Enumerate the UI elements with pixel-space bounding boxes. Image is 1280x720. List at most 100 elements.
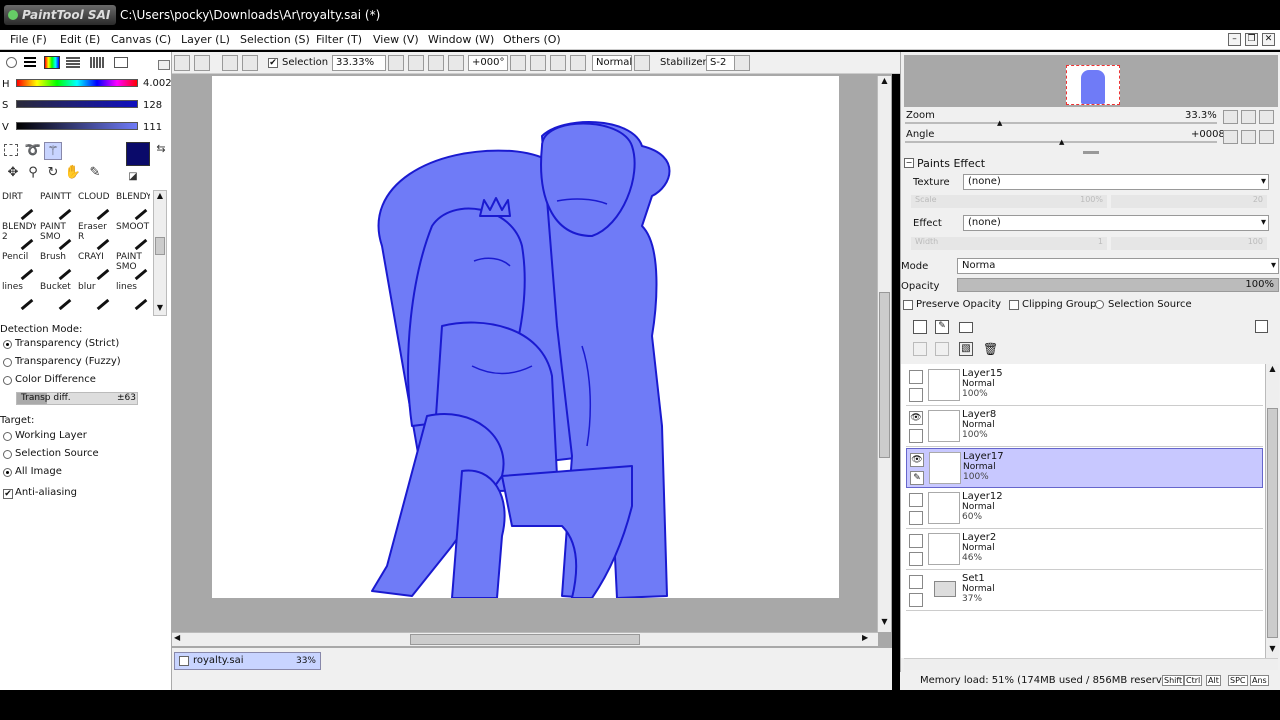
scratchpad-icon[interactable]: [90, 57, 104, 68]
zoom-icon[interactable]: ⚲: [24, 164, 42, 182]
menu-others[interactable]: Others (O): [503, 33, 561, 46]
radio-selection-source[interactable]: [3, 450, 12, 459]
nav-rotate-reset-icon[interactable]: [1259, 130, 1274, 144]
brush-slot[interactable]: BLENDY: [116, 192, 150, 220]
eye-icon[interactable]: 👁: [909, 411, 923, 425]
layer-lock-icon[interactable]: [909, 388, 923, 402]
zoom-out-icon[interactable]: [408, 55, 424, 71]
brush-slot[interactable]: Bucket: [40, 282, 74, 310]
minimize-icon[interactable]: –: [1228, 33, 1241, 46]
view-mode-field[interactable]: Normal: [592, 55, 632, 71]
transfer-down-icon[interactable]: [913, 342, 927, 356]
canvas-paper[interactable]: [212, 76, 839, 598]
stabilizer-dropdown-icon[interactable]: [734, 55, 750, 71]
panel-splitter[interactable]: [1083, 151, 1099, 154]
new-layer-icon[interactable]: [913, 320, 927, 334]
magic-wand-icon[interactable]: ⚚: [44, 142, 62, 160]
close-icon[interactable]: ✕: [1262, 33, 1275, 46]
color-wheel-icon[interactable]: [6, 57, 17, 68]
layer-lock-icon[interactable]: [909, 593, 923, 607]
brush-slot[interactable]: Brush: [40, 252, 74, 280]
redo-icon[interactable]: [194, 55, 210, 71]
navigator-viewport[interactable]: [1066, 65, 1120, 105]
undo-icon[interactable]: [174, 55, 190, 71]
layer-lock-icon[interactable]: ✎: [910, 471, 924, 485]
transparent-color-icon[interactable]: ◪: [124, 168, 142, 186]
stabilizer-field[interactable]: S-2: [706, 55, 736, 71]
rotate-reset-icon[interactable]: [570, 55, 586, 71]
layer-row[interactable]: Layer2 Normal 46%: [906, 530, 1263, 570]
menu-file[interactable]: File (F): [10, 33, 47, 46]
scale-slider[interactable]: Scale 100%: [911, 195, 1107, 208]
texture-dropdown[interactable]: (none): [963, 174, 1269, 190]
nav-rotate-right-icon[interactable]: [1241, 130, 1256, 144]
invert-selection-icon[interactable]: [242, 55, 258, 71]
eyedropper-icon[interactable]: ✎: [86, 164, 104, 182]
paint-effect-collapse-icon[interactable]: −: [904, 158, 914, 168]
menu-window[interactable]: Window (W): [428, 33, 494, 46]
new-folder-icon[interactable]: [959, 322, 973, 333]
brush-slot[interactable]: DIRT: [2, 192, 36, 220]
primary-color-swatch[interactable]: [126, 142, 150, 166]
brush-slot[interactable]: Eraser R: [78, 222, 112, 250]
brush-slot[interactable]: blur: [78, 282, 112, 310]
preserve-opacity-checkbox[interactable]: [903, 300, 913, 310]
maximize-icon[interactable]: ❐: [1245, 33, 1258, 46]
swap-colors-icon[interactable]: ⇆: [152, 140, 170, 158]
delete-layer-icon[interactable]: 🗑: [983, 342, 998, 356]
eye-icon[interactable]: [909, 493, 923, 507]
transp-diff-slider[interactable]: Transp diff. ±63: [16, 392, 138, 405]
rotate-icon[interactable]: ↻: [44, 164, 62, 182]
menu-layer[interactable]: Layer (L): [181, 33, 230, 46]
menu-view[interactable]: View (V): [373, 33, 419, 46]
radio-transparency-fuzzy[interactable]: [3, 358, 12, 367]
rotate-left-icon[interactable]: [530, 55, 546, 71]
hand-icon[interactable]: ✋: [64, 164, 82, 182]
eye-icon[interactable]: [909, 575, 923, 589]
radio-transparency-strict[interactable]: [3, 340, 12, 349]
value-slider[interactable]: [16, 122, 138, 130]
clipping-group-checkbox[interactable]: [1009, 300, 1019, 310]
effect-dropdown[interactable]: (none): [963, 215, 1269, 231]
document-tab[interactable]: royalty.sai 33%: [174, 652, 321, 670]
radio-all-image[interactable]: [3, 468, 12, 477]
layer-lock-icon[interactable]: [909, 511, 923, 525]
lasso-icon[interactable]: ➰: [24, 142, 42, 160]
eye-icon[interactable]: 👁: [910, 453, 924, 467]
zoom-reset-icon[interactable]: [448, 55, 464, 71]
angle-dropdown-icon[interactable]: [510, 55, 526, 71]
rotate-right-icon[interactable]: [550, 55, 566, 71]
radio-working-layer[interactable]: [3, 432, 12, 441]
scale-strength-slider[interactable]: 20: [1111, 195, 1267, 208]
nav-zoom-in-icon[interactable]: [1241, 110, 1256, 124]
color-palette-icon[interactable]: [114, 57, 128, 68]
width-strength-slider[interactable]: 100: [1111, 237, 1267, 250]
menu-filter[interactable]: Filter (T): [316, 33, 362, 46]
width-slider[interactable]: Width 1: [911, 237, 1107, 250]
antialias-checkbox[interactable]: ✔: [3, 489, 13, 499]
swatches-icon[interactable]: [66, 57, 80, 68]
brush-slot[interactable]: Pencil: [2, 252, 36, 280]
brush-slot[interactable]: CLOUD: [78, 192, 112, 220]
eye-icon[interactable]: [909, 534, 923, 548]
nav-zoom-reset-icon[interactable]: [1259, 110, 1274, 124]
canvas-horizontal-scrollbar[interactable]: ◀ ▶: [172, 632, 878, 646]
selection-source-radio[interactable]: [1095, 300, 1104, 309]
deselect-icon[interactable]: [222, 55, 238, 71]
brush-slot[interactable]: CRAYI: [78, 252, 112, 280]
selection-checkbox[interactable]: ✔: [268, 58, 278, 68]
zoom-in-icon[interactable]: [428, 55, 444, 71]
layer-opacity-slider[interactable]: 100%: [957, 278, 1279, 292]
new-linework-layer-icon[interactable]: ✎: [935, 320, 949, 334]
brush-slot[interactable]: lines: [2, 282, 36, 310]
brush-scrollbar[interactable]: ▲ ▼: [153, 190, 167, 316]
layer-list-scrollbar[interactable]: ▲ ▼: [1265, 364, 1279, 658]
nav-zoom-slider[interactable]: ▲: [905, 119, 1217, 127]
hsv-slider-icon[interactable]: [44, 56, 60, 69]
brush-slot[interactable]: PAINT SMO: [116, 252, 150, 280]
menu-canvas[interactable]: Canvas (C): [111, 33, 171, 46]
clear-layer-icon[interactable]: ▧: [959, 342, 973, 356]
nav-rotate-left-icon[interactable]: [1223, 130, 1238, 144]
nav-zoom-out-icon[interactable]: [1223, 110, 1238, 124]
rgb-slider-icon[interactable]: [24, 57, 36, 68]
